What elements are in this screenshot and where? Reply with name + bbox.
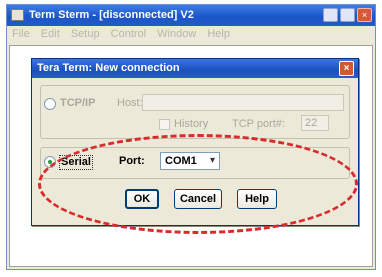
serial-radio[interactable] xyxy=(44,156,56,168)
cancel-button[interactable]: Cancel xyxy=(174,189,222,209)
tcp-port-input[interactable]: 22 xyxy=(301,115,329,131)
host-input[interactable] xyxy=(142,94,344,111)
dialog-title-bar: Tera Term: New connection xyxy=(32,59,358,78)
close-icon[interactable]: × xyxy=(357,8,372,22)
menu-control[interactable]: Control xyxy=(111,28,146,40)
serial-label: Serial xyxy=(59,155,93,170)
port-select[interactable]: COM1 ▾ xyxy=(160,152,220,170)
menu-edit[interactable]: Edit xyxy=(41,28,60,40)
menu-file[interactable]: File xyxy=(12,28,30,40)
history-checkbox[interactable] xyxy=(159,119,170,130)
menu-window[interactable]: Window xyxy=(157,28,196,40)
tcpip-radio[interactable] xyxy=(44,98,56,110)
dialog-title: Tera Term: New connection xyxy=(37,62,180,74)
host-label: Host: xyxy=(117,97,143,109)
menu-bar: File Edit Setup Control Window Help xyxy=(7,26,375,43)
ok-button[interactable]: OK xyxy=(125,189,159,209)
tcp-port-label: TCP port#: xyxy=(232,118,285,130)
dialog-close-icon[interactable]: × xyxy=(339,61,354,76)
app-icon xyxy=(11,9,24,21)
history-label: History xyxy=(174,118,209,130)
minimize-button[interactable] xyxy=(323,8,338,22)
port-select-value: COM1 xyxy=(165,155,197,167)
new-connection-dialog: Tera Term: New connection × TCP/IP Host:… xyxy=(31,58,359,226)
maximize-button[interactable] xyxy=(340,8,355,22)
help-button[interactable]: Help xyxy=(237,189,277,209)
port-label: Port: xyxy=(119,155,145,167)
chevron-down-icon[interactable]: ▾ xyxy=(206,154,219,168)
main-window-title: Term Sterm - [disconnected] V2 xyxy=(29,9,194,21)
tcpip-label: TCP/IP xyxy=(60,97,96,109)
menu-setup[interactable]: Setup xyxy=(71,28,100,40)
main-title-bar: Term Sterm - [disconnected] V2 xyxy=(7,5,375,26)
menu-help[interactable]: Help xyxy=(207,28,230,40)
